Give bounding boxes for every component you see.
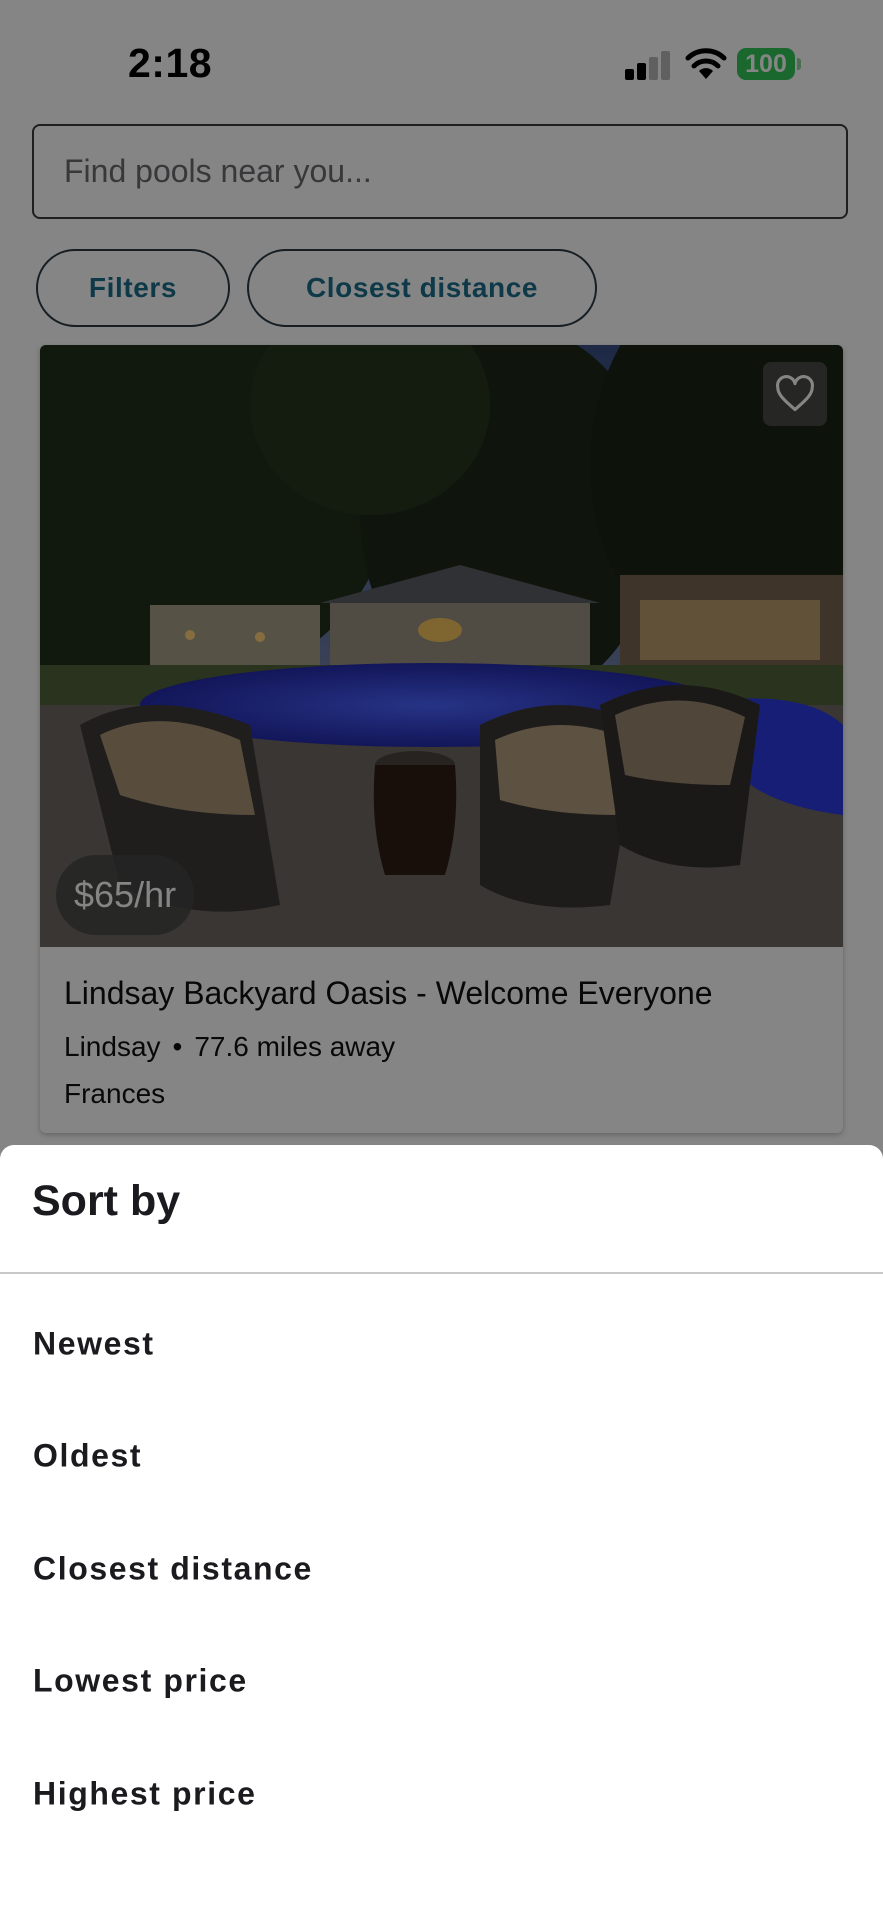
pool-search-screen: 2:18 100 Filters Closest distance bbox=[0, 0, 883, 1920]
sort-option-lowest-price[interactable]: Lowest price bbox=[0, 1625, 883, 1737]
sort-sheet-title: Sort by bbox=[32, 1177, 181, 1225]
sort-option-closest-distance[interactable]: Closest distance bbox=[0, 1513, 883, 1625]
sort-option-label: Lowest price bbox=[33, 1662, 248, 1699]
sort-sheet: Sort by Newest Oldest Closest distance L… bbox=[0, 1145, 883, 1920]
sort-option-label: Closest distance bbox=[33, 1550, 313, 1587]
sort-option-newest[interactable]: Newest bbox=[0, 1288, 883, 1400]
sort-option-oldest[interactable]: Oldest bbox=[0, 1400, 883, 1512]
sort-option-label: Oldest bbox=[33, 1437, 143, 1474]
divider bbox=[0, 1272, 883, 1274]
sort-option-label: Newest bbox=[33, 1325, 155, 1362]
sort-option-label: Highest price bbox=[33, 1775, 257, 1812]
sort-option-highest-price[interactable]: Highest price bbox=[0, 1738, 883, 1850]
